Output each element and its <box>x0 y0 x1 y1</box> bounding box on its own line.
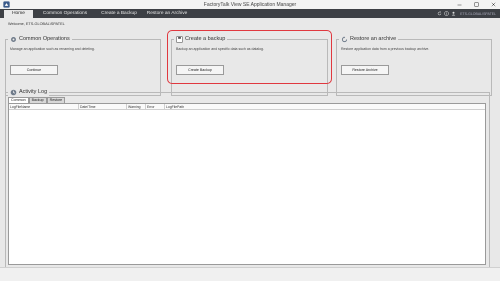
menu-home[interactable]: Home <box>4 10 33 18</box>
group-common-operations: Common Operations Manage an application … <box>5 35 161 96</box>
group-description: Manage an application such as renaming a… <box>10 47 95 51</box>
welcome-text: Welcome, ETS-GLOBAL\SPATEL <box>8 22 65 26</box>
group-description: Restore application data from a previous… <box>341 47 430 51</box>
menu-common-operations[interactable]: Common Operations <box>37 9 93 18</box>
info-icon[interactable] <box>444 11 449 16</box>
column-error[interactable]: Error <box>146 104 165 110</box>
refresh-icon[interactable] <box>437 11 442 16</box>
user-icon[interactable] <box>451 11 456 16</box>
menu-bar: Home Common Operations Create a Backup R… <box>0 9 500 18</box>
menu-create-backup[interactable]: Create a Backup <box>96 9 142 18</box>
table-header: LogFileName Date/Time Warning Error LogF… <box>9 104 485 110</box>
maximize-icon[interactable] <box>473 1 479 8</box>
column-warning[interactable]: Warning <box>127 104 146 110</box>
window-title: FactoryTalk View SE Application Manager <box>203 1 297 8</box>
minimize-icon[interactable] <box>456 1 462 8</box>
gear-icon <box>11 36 16 42</box>
column-datetime[interactable]: Date/Time <box>79 104 127 110</box>
tray: ETS-GLOBAL\SPATEL <box>437 11 496 17</box>
group-title: Common Operations <box>19 36 70 42</box>
activity-title: Activity Log <box>19 89 48 95</box>
activity-log-table[interactable]: LogFileName Date/Time Warning Error LogF… <box>8 103 486 265</box>
title-bar: FactoryTalk View SE Application Manager <box>0 0 500 9</box>
highlight-create-backup <box>167 30 332 84</box>
current-user: ETS-GLOBAL\SPATEL <box>460 11 496 16</box>
column-logfilename[interactable]: LogFileName <box>9 104 79 110</box>
restore-icon <box>341 35 348 42</box>
column-logfilepath[interactable]: LogFilePath <box>165 104 487 110</box>
menu-restore-archive[interactable]: Restore an Archive <box>142 9 192 18</box>
status-bar <box>0 267 500 281</box>
group-title: Restore an archive <box>350 36 397 42</box>
group-restore-archive: Restore an archive Restore application d… <box>336 35 492 96</box>
clock-icon <box>10 89 17 95</box>
restore-archive-button[interactable]: Restore Archive <box>341 65 389 75</box>
continue-button[interactable]: Continue <box>10 65 58 75</box>
close-icon[interactable] <box>490 1 496 8</box>
